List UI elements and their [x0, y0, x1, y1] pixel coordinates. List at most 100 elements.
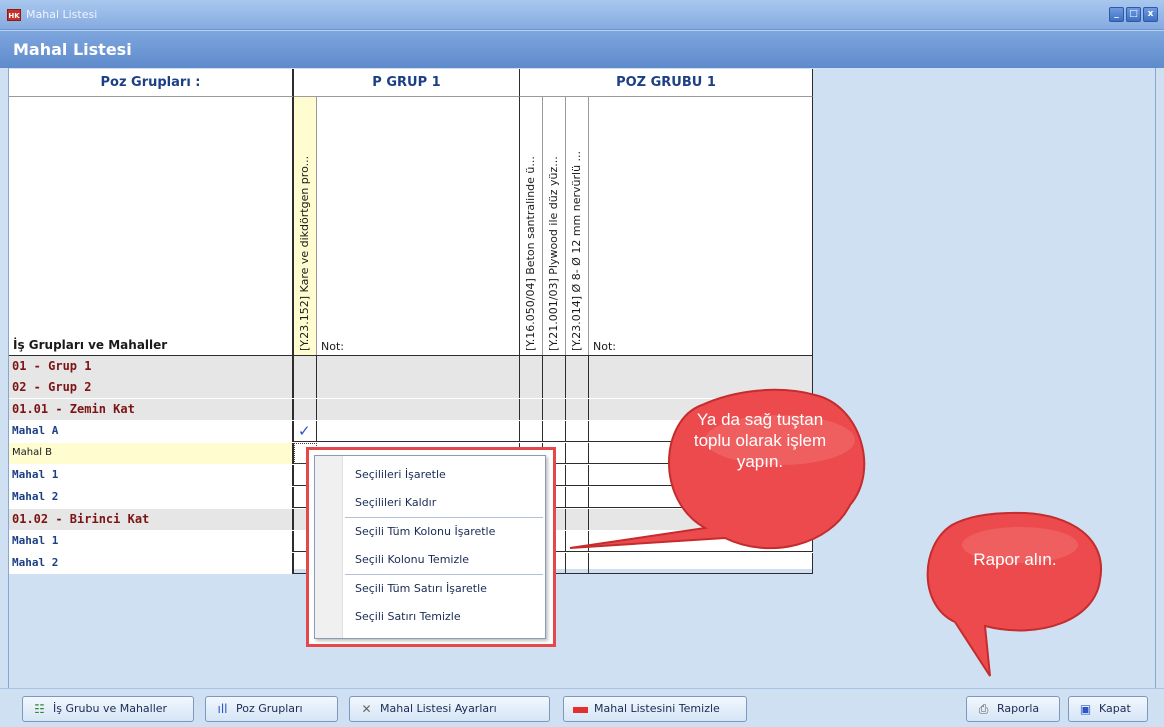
- row-header-title: İş Grupları ve Mahaller: [13, 338, 168, 352]
- table-cell[interactable]: [566, 443, 589, 464]
- table-cell[interactable]: [520, 377, 543, 398]
- row-label: Mahal 2: [9, 487, 294, 508]
- raporla-button[interactable]: ⎙ Raporla: [966, 696, 1060, 722]
- table-cell[interactable]: [543, 399, 566, 420]
- bottom-toolbar: ☷ İş Grubu ve Mahaller ıll Poz Grupları …: [0, 688, 1164, 727]
- exit-icon: ▣: [1079, 702, 1092, 716]
- not-column-2: Not:: [589, 97, 813, 355]
- close-button[interactable]: x: [1143, 7, 1158, 22]
- context-menu: Seçilileri İşaretle Seçilileri Kaldır Se…: [314, 455, 546, 639]
- row-label: Mahal 2: [9, 553, 294, 574]
- row-label: 01.02 - Birinci Kat: [9, 509, 294, 530]
- raporla-button-label: Raporla: [997, 702, 1040, 715]
- callout-report-text: Rapor alın.: [973, 550, 1057, 569]
- column-y2100103[interactable]: [Y.21.001/03] Plywood ile düz yüz...: [543, 97, 566, 355]
- table-cell[interactable]: [520, 421, 543, 442]
- window-titlebar: HK Mahal Listesi _ □ x: [0, 0, 1164, 30]
- table-cell[interactable]: [317, 421, 520, 442]
- kapat-button-label: Kapat: [1099, 702, 1131, 715]
- table-cell[interactable]: [520, 356, 543, 377]
- table-cell[interactable]: [520, 399, 543, 420]
- table-cell[interactable]: [589, 553, 813, 574]
- table-cell[interactable]: [589, 509, 813, 530]
- row-label: Mahal 1: [9, 465, 294, 486]
- menu-item-clear-row[interactable]: Seçili Satırı Temizle: [355, 610, 461, 623]
- table-cell[interactable]: [566, 487, 589, 508]
- table-cell[interactable]: [566, 377, 589, 398]
- table-cell[interactable]: [317, 399, 520, 420]
- table-cell[interactable]: [589, 487, 813, 508]
- table-cell[interactable]: [566, 356, 589, 377]
- page-title: Mahal Listesi: [13, 40, 132, 59]
- not-label-2: Not:: [593, 340, 616, 353]
- menu-item-clear-column[interactable]: Seçili Kolonu Temizle: [355, 553, 469, 566]
- is-grubu-button[interactable]: ☷ İş Grubu ve Mahaller: [22, 696, 194, 722]
- temizle-button-label: Mahal Listesini Temizle: [594, 702, 720, 715]
- row-label: 02 - Grup 2: [9, 377, 294, 398]
- row-label: Mahal A: [9, 421, 294, 442]
- table-cell[interactable]: [543, 421, 566, 442]
- column-y1605004[interactable]: [Y.16.050/04] Beton santralinde ü...: [520, 97, 543, 355]
- table-cell[interactable]: [294, 377, 317, 398]
- poz-gruplari-button[interactable]: ıll Poz Grupları: [205, 696, 338, 722]
- table-cell[interactable]: [566, 553, 589, 574]
- menu-separator: [345, 574, 543, 575]
- table-cell[interactable]: [543, 356, 566, 377]
- column-y23014-label: [Y.23.014] Ø 8- Ø 12 mm nervürlü ...: [570, 150, 583, 351]
- table-cell[interactable]: [589, 356, 813, 377]
- column-y23014[interactable]: [Y.23.014] Ø 8- Ø 12 mm nervürlü ...: [566, 97, 589, 355]
- col-header-poz-gruplari: Poz Grupları :: [9, 69, 294, 97]
- menu-gutter: [315, 456, 343, 638]
- table-cell[interactable]: [566, 531, 589, 552]
- table-row[interactable]: 02 - Grup 2: [9, 377, 813, 398]
- minimize-button[interactable]: _: [1109, 7, 1124, 22]
- ayarlar-button-label: Mahal Listesi Ayarları: [380, 702, 497, 715]
- table-cell[interactable]: [566, 509, 589, 530]
- table-cell[interactable]: [566, 421, 589, 442]
- printer-icon: ⎙: [978, 702, 989, 716]
- not-label-1: Not:: [321, 340, 344, 353]
- app-logo-icon: HK: [7, 9, 21, 21]
- temizle-button[interactable]: Mahal Listesini Temizle: [563, 696, 747, 722]
- menu-item-mark-row[interactable]: Seçili Tüm Satırı İşaretle: [355, 582, 487, 595]
- column-y2100103-label: [Y.21.001/03] Plywood ile düz yüz...: [547, 156, 560, 351]
- table-cell[interactable]: [543, 377, 566, 398]
- table-cell[interactable]: [317, 377, 520, 398]
- table-cell[interactable]: [566, 465, 589, 486]
- column-y1605004-label: [Y.16.050/04] Beton santralinde ü...: [524, 156, 537, 351]
- window-controls: _ □ x: [1109, 7, 1158, 22]
- row-label: Mahal B: [9, 443, 294, 464]
- col-header-poz-grubu-1[interactable]: POZ GRUBU 1: [520, 69, 813, 97]
- table-cell[interactable]: [589, 377, 813, 398]
- maximize-button[interactable]: □: [1126, 7, 1141, 22]
- window-title: Mahal Listesi: [26, 8, 98, 21]
- row-label: 01 - Grup 1: [9, 356, 294, 377]
- is-grubu-button-label: İş Grubu ve Mahaller: [53, 702, 168, 715]
- eraser-icon: [573, 702, 588, 716]
- table-cell[interactable]: [589, 531, 813, 552]
- ayarlar-button[interactable]: ✕ Mahal Listesi Ayarları: [349, 696, 550, 722]
- header-band: Mahal Listesi: [0, 30, 1164, 68]
- row-label: 01.01 - Zemin Kat: [9, 399, 294, 420]
- table-cell[interactable]: [566, 399, 589, 420]
- not-column-1: Not:: [317, 97, 520, 355]
- callout-right-click-text: Ya da sağ tuştan toplu olarak işlem yapı…: [693, 410, 827, 471]
- column-y23152[interactable]: [Y.23.152] Kare ve dikdörtgen pro...: [294, 97, 317, 355]
- poz-gruplari-button-label: Poz Grupları: [236, 702, 303, 715]
- row-label: Mahal 1: [9, 531, 294, 552]
- table-cell[interactable]: [317, 356, 520, 377]
- menu-item-mark-column[interactable]: Seçili Tüm Kolonu İşaretle: [355, 525, 495, 538]
- chart-icon: ıll: [217, 702, 228, 716]
- table-cell[interactable]: [294, 399, 317, 420]
- context-menu-highlight: Seçilileri İşaretle Seçilileri Kaldır Se…: [306, 447, 556, 647]
- col-header-p-grup-1[interactable]: P GRUP 1: [294, 69, 520, 97]
- menu-item-unmark-selected[interactable]: Seçilileri Kaldır: [355, 496, 436, 509]
- column-y23152-label: [Y.23.152] Kare ve dikdörtgen pro...: [298, 155, 311, 351]
- checkmark-icon[interactable]: ✓: [298, 422, 311, 440]
- kapat-button[interactable]: ▣ Kapat: [1068, 696, 1148, 722]
- tree-add-icon: ☷: [34, 702, 45, 716]
- menu-separator: [345, 517, 543, 518]
- table-cell[interactable]: [294, 356, 317, 377]
- menu-item-mark-selected[interactable]: Seçilileri İşaretle: [355, 468, 446, 481]
- table-row[interactable]: 01 - Grup 1: [9, 355, 813, 377]
